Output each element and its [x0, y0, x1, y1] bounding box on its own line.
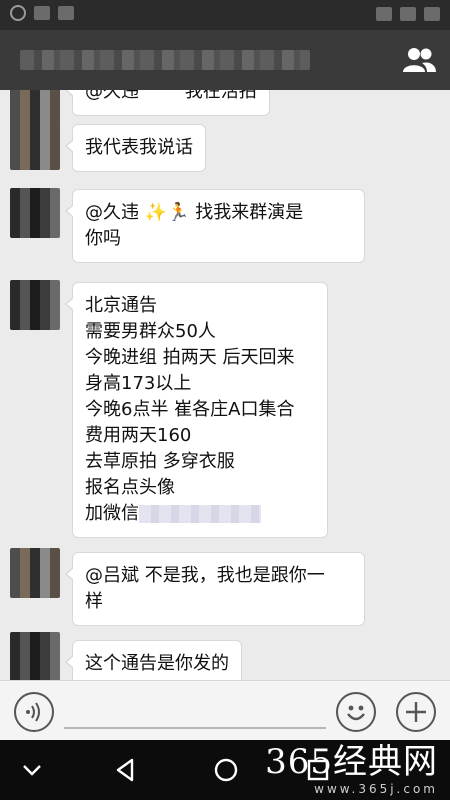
message-line: 加微信 — [85, 501, 315, 527]
avatar[interactable] — [10, 632, 60, 680]
voice-button[interactable] — [14, 692, 54, 732]
emoji-button[interactable] — [336, 692, 376, 732]
message-text: 你吗 — [85, 228, 121, 249]
message-text: 今晚进组 拍两天 后天回来 — [85, 347, 295, 368]
home-button[interactable] — [208, 752, 244, 788]
avatar[interactable] — [10, 188, 60, 238]
message-bubble[interactable]: @吕斌 不是我，我也是跟你一 样 — [65, 552, 365, 626]
message-bubble[interactable]: @久违 ✨🏃 找我来群演是 你吗 — [65, 189, 365, 263]
group-members-icon — [403, 48, 436, 72]
message-input[interactable] — [64, 689, 326, 729]
watermark-url: www.365j.com — [314, 782, 438, 796]
message-text: 需要男群众50人 — [85, 321, 216, 342]
chevron-down-icon — [23, 765, 41, 776]
message-text: 今晚6点半 崔各庄A口集合 — [85, 399, 295, 420]
brightness-icon — [10, 5, 26, 21]
notification-icon — [34, 6, 50, 20]
avatar[interactable] — [10, 120, 60, 170]
system-nav-bar: 365经典网 www.365j.com — [0, 740, 450, 800]
message-line: @久违 我在活拍 — [85, 90, 257, 105]
back-button[interactable] — [108, 752, 144, 788]
message-text: 报名点头像 — [85, 477, 175, 498]
plus-icon — [406, 702, 426, 722]
avatar[interactable] — [10, 548, 60, 598]
message-text: 加微信 — [85, 503, 139, 524]
message-bubble[interactable]: 北京通告 需要男群众50人 今晚进组 拍两天 后天回来 身高173以上 今晚6点… — [65, 282, 328, 538]
watermark: 365经典网 www.365j.com — [265, 742, 438, 796]
message-text: 我代表我说话 — [85, 137, 193, 158]
message-bubble[interactable]: @久违 我在活拍 — [65, 90, 270, 116]
message-text: 费用两天160 — [85, 425, 192, 446]
message-bubble[interactable]: 这个通告是你发的 — [65, 640, 242, 680]
watermark-title: 365经典网 — [265, 742, 438, 782]
voice-icon — [26, 702, 40, 722]
message-text: 身高173以上 — [85, 373, 192, 394]
message-text: 这个通告是你发的 — [85, 653, 229, 674]
message-text: @久违 — [85, 90, 139, 102]
chat-title-redacted — [20, 50, 310, 70]
emoji-icon — [347, 705, 365, 721]
back-icon — [116, 758, 134, 782]
redacted-wechat-id — [139, 505, 261, 523]
chat-header — [0, 30, 450, 90]
notification-icon — [58, 6, 74, 20]
signal-icon — [376, 7, 392, 21]
message-text: @久违 ✨🏃 找我来群演是 — [85, 202, 304, 223]
message-text: 去草原拍 多穿衣服 — [85, 451, 235, 472]
wifi-icon — [400, 7, 416, 21]
more-button[interactable] — [396, 692, 436, 732]
message-text: 我在活拍 — [184, 90, 257, 102]
avatar[interactable] — [10, 90, 60, 122]
message-bubble[interactable]: 我代表我说话 — [65, 124, 206, 172]
message-text: 北京通告 — [85, 295, 157, 316]
group-members-button[interactable] — [400, 45, 438, 75]
input-bar — [0, 680, 450, 740]
message-text: @吕斌 不是我，我也是跟你一 — [85, 565, 325, 586]
collapse-button[interactable] — [14, 752, 50, 788]
home-icon — [214, 758, 238, 782]
message-list[interactable]: @久违 我在活拍 我代表我说话 @久违 ✨🏃 找我来群演是 你吗 北京通告 需要… — [0, 90, 450, 680]
message-text: 样 — [85, 591, 103, 612]
battery-icon — [424, 7, 440, 21]
avatar[interactable] — [10, 280, 60, 330]
status-bar — [0, 0, 450, 30]
